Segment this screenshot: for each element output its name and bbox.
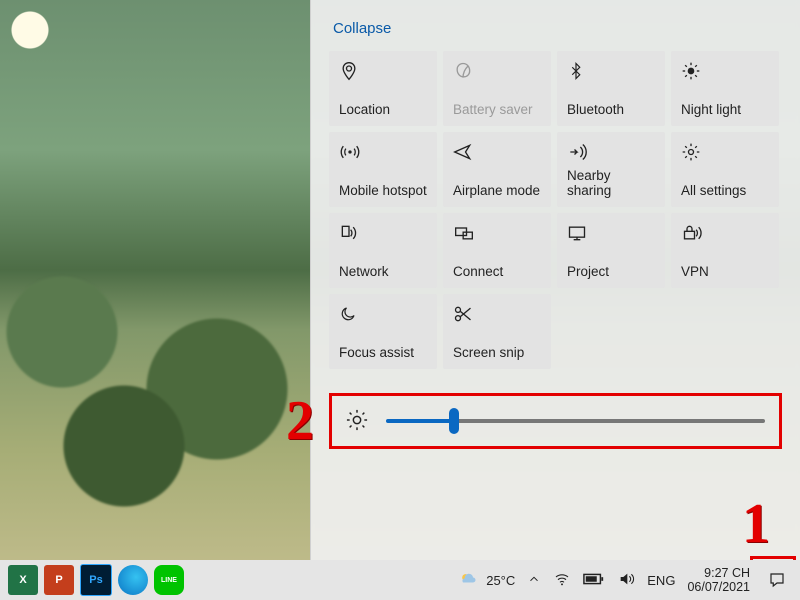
action-center-panel: Collapse Location Battery saver Bluetoot… xyxy=(310,0,800,560)
weather-icon xyxy=(458,570,478,590)
leaf-icon xyxy=(453,59,541,83)
tray-chevron-up-icon[interactable] xyxy=(527,572,541,589)
action-center-button[interactable] xyxy=(762,565,792,595)
tile-nearby-sharing[interactable]: Nearby sharing xyxy=(557,132,665,207)
connect-icon xyxy=(453,221,541,245)
location-pin-icon xyxy=(339,59,427,83)
tile-label: All settings xyxy=(681,183,769,199)
brightness-icon xyxy=(346,409,368,434)
tile-battery-saver[interactable]: Battery saver xyxy=(443,51,551,126)
vpn-icon xyxy=(681,221,769,245)
annotation-step-2: 2 xyxy=(286,389,314,453)
tray-time: 9:27 CH xyxy=(687,566,750,580)
wallpaper-foliage xyxy=(0,180,310,560)
airplane-icon xyxy=(453,140,541,164)
tile-all-settings[interactable]: All settings xyxy=(671,132,779,207)
tile-label: Network xyxy=(339,264,427,280)
tile-location[interactable]: Location xyxy=(329,51,437,126)
brightness-slider-row: 2 xyxy=(329,393,782,449)
weather-widget[interactable]: 25°C xyxy=(458,570,515,590)
tile-label: Project xyxy=(567,264,655,280)
tile-label: Battery saver xyxy=(453,102,541,118)
gear-icon xyxy=(681,140,769,164)
taskbar-system-tray: 25°C ENG 9:27 CH 06/07/2021 xyxy=(458,565,792,595)
taskbar-app-excel[interactable]: X xyxy=(8,565,38,595)
tile-mobile-hotspot[interactable]: Mobile hotspot xyxy=(329,132,437,207)
hotspot-icon xyxy=(339,140,427,164)
tile-bluetooth[interactable]: Bluetooth xyxy=(557,51,665,126)
tile-screen-snip[interactable]: Screen snip xyxy=(443,294,551,369)
tile-night-light[interactable]: Night light xyxy=(671,51,779,126)
tray-date: 06/07/2021 xyxy=(687,580,750,594)
tile-network[interactable]: Network xyxy=(329,213,437,288)
tile-connect[interactable]: Connect xyxy=(443,213,551,288)
tile-label: Bluetooth xyxy=(567,102,655,118)
tile-label: Mobile hotspot xyxy=(339,183,427,199)
taskbar-pinned-apps: X P Ps LINE xyxy=(8,564,184,596)
night-light-icon xyxy=(681,59,769,83)
tile-label: Location xyxy=(339,102,427,118)
tile-label: Airplane mode xyxy=(453,183,541,199)
bluetooth-icon xyxy=(567,59,655,83)
tile-label: Nearby sharing xyxy=(567,168,655,199)
tile-label: Night light xyxy=(681,102,769,118)
project-icon xyxy=(567,221,655,245)
taskbar-app-edge[interactable] xyxy=(118,565,148,595)
quick-action-tiles: Location Battery saver Bluetooth Night l… xyxy=(329,51,782,369)
taskbar-app-line[interactable]: LINE xyxy=(154,565,184,595)
taskbar-app-powerpoint[interactable]: P xyxy=(44,565,74,595)
collapse-button[interactable]: Collapse xyxy=(333,20,391,37)
tile-airplane-mode[interactable]: Airplane mode xyxy=(443,132,551,207)
tile-label: Screen snip xyxy=(453,345,541,361)
scissors-icon xyxy=(453,302,541,326)
notification-icon xyxy=(767,571,787,589)
tray-volume-icon[interactable] xyxy=(617,571,635,590)
tile-label: Connect xyxy=(453,264,541,280)
tray-battery-icon[interactable] xyxy=(583,572,605,589)
taskbar: X P Ps LINE 25°C ENG 9:27 CH 06/07/2021 xyxy=(0,560,800,600)
brightness-slider-thumb[interactable] xyxy=(449,408,459,434)
tile-vpn[interactable]: VPN xyxy=(671,213,779,288)
network-icon xyxy=(339,221,427,245)
taskbar-app-photoshop[interactable]: Ps xyxy=(80,564,112,596)
tile-label: Focus assist xyxy=(339,345,427,361)
tray-language[interactable]: ENG xyxy=(647,573,675,588)
moon-icon xyxy=(339,302,427,326)
tile-label: VPN xyxy=(681,264,769,280)
brightness-slider[interactable] xyxy=(386,419,765,423)
weather-temp: 25°C xyxy=(486,573,515,588)
nearby-sharing-icon xyxy=(567,140,655,164)
tray-wifi-icon[interactable] xyxy=(553,571,571,590)
tile-project[interactable]: Project xyxy=(557,213,665,288)
tray-clock[interactable]: 9:27 CH 06/07/2021 xyxy=(687,566,750,595)
annotation-step-1: 1 xyxy=(742,492,770,556)
tile-focus-assist[interactable]: Focus assist xyxy=(329,294,437,369)
